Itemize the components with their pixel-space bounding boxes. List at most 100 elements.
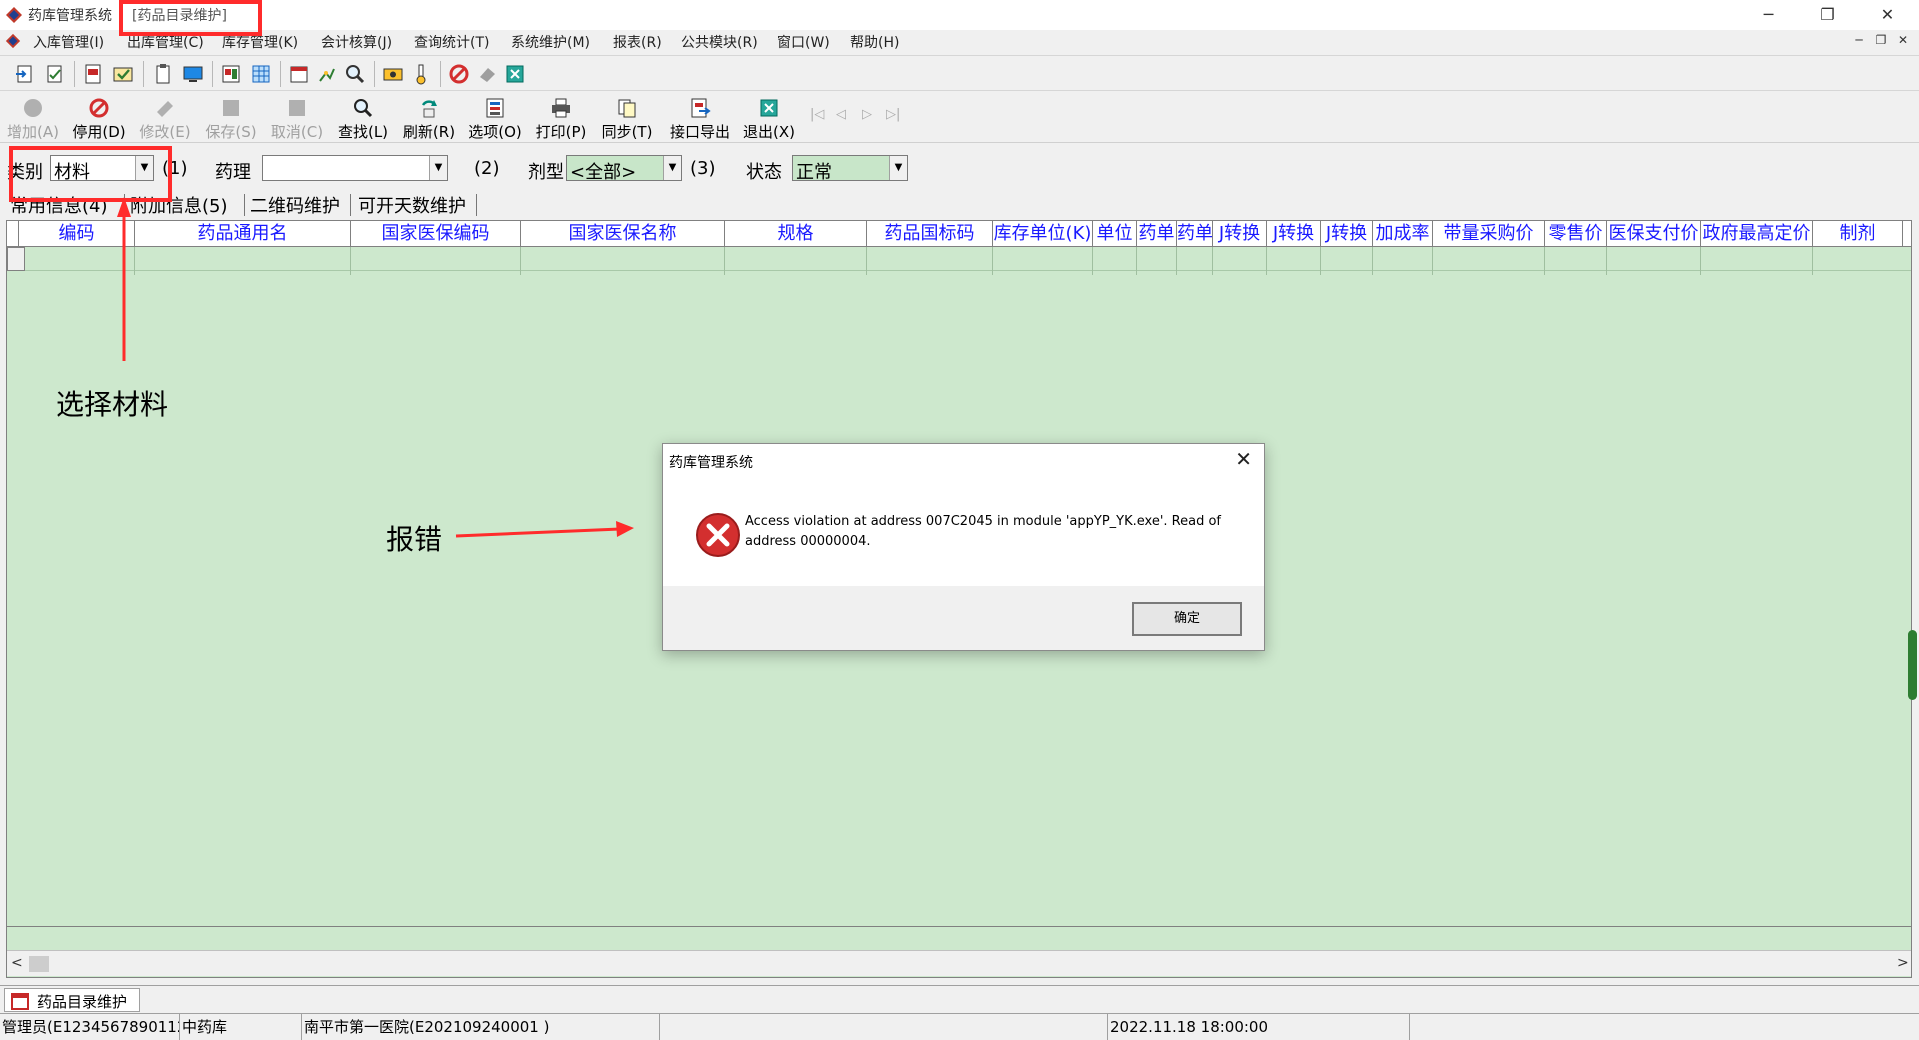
thermometer-icon[interactable]: [410, 63, 432, 85]
last-record-icon[interactable]: ▷|: [886, 107, 900, 122]
mdi-close-button[interactable]: ✕: [1894, 33, 1912, 47]
add-button-label: 增加(A): [7, 123, 59, 141]
grid-line: [1266, 247, 1267, 275]
first-record-icon[interactable]: |◁: [810, 107, 824, 122]
column-header-convert-2[interactable]: J转换: [1267, 221, 1321, 246]
toolbar-separator: [280, 61, 281, 87]
save-icon: [223, 100, 239, 116]
column-header-insurance-price[interactable]: 医保支付价: [1607, 221, 1701, 246]
menu-public[interactable]: 公共模块(R): [681, 32, 758, 52]
eraser-icon[interactable]: [476, 63, 498, 85]
options-button[interactable]: 选项(O): [464, 97, 526, 141]
column-header-insurance-name[interactable]: 国家医保名称: [521, 221, 725, 246]
menu-system[interactable]: 系统维护(M): [511, 32, 590, 52]
document-red-icon[interactable]: [82, 63, 104, 85]
edit-button-label: 修改(E): [139, 123, 191, 141]
menu-query[interactable]: 查询统计(T): [414, 32, 489, 52]
tab-days[interactable]: 可开天数维护: [358, 192, 466, 218]
sync-button[interactable]: 同步(T): [596, 97, 658, 141]
column-header-stock-unit[interactable]: 库存单位(K): [993, 221, 1093, 246]
vertical-scrollbar-thumb[interactable]: [1908, 630, 1917, 700]
column-header-markup[interactable]: 加成率: [1373, 221, 1433, 246]
monitor-icon[interactable]: [182, 63, 204, 85]
column-header-drug-unit-2[interactable]: 药单: [1177, 221, 1213, 246]
menu-help[interactable]: 帮助(H): [850, 32, 899, 52]
column-header-volume-price[interactable]: 带量采购价: [1433, 221, 1545, 246]
column-header-convert-3[interactable]: J转换: [1321, 221, 1373, 246]
interface-export-button[interactable]: 接口导出: [664, 97, 736, 141]
print-button[interactable]: 打印(P): [530, 97, 592, 141]
disable-button[interactable]: 停用(D): [68, 97, 130, 141]
calendar-icon[interactable]: [288, 63, 310, 85]
annotation-box-title: [119, 0, 262, 36]
checkin-icon[interactable]: [44, 63, 66, 85]
refresh-button[interactable]: 刷新(R): [398, 97, 460, 141]
tree-icon[interactable]: [316, 63, 338, 85]
dosage-form-select[interactable]: <全部> ▼: [566, 155, 682, 183]
scroll-right-icon[interactable]: >: [1897, 955, 1909, 971]
column-header-generic-name[interactable]: 药品通用名: [135, 221, 351, 246]
column-header-insurance-code[interactable]: 国家医保编码: [351, 221, 521, 246]
mdi-minimize-button[interactable]: ─: [1850, 33, 1868, 47]
grid-line: [1136, 247, 1137, 275]
table-icon[interactable]: [250, 63, 272, 85]
chevron-down-icon[interactable]: ▼: [889, 156, 907, 180]
dosage-form-hotkey: (3): [690, 158, 716, 179]
menu-reports[interactable]: 报表(R): [613, 32, 662, 52]
edit-button[interactable]: 修改(E): [134, 97, 196, 141]
exit-app-icon[interactable]: [504, 63, 526, 85]
menu-accounting[interactable]: 会计核算(J): [321, 32, 392, 52]
scroll-left-icon[interactable]: <: [11, 955, 23, 971]
cancel-button[interactable]: 取消(C): [266, 97, 328, 141]
menu-inbound[interactable]: 入库管理(I): [33, 32, 104, 52]
window-tab-drug-catalog[interactable]: 药品目录维护: [4, 988, 140, 1012]
menu-window[interactable]: 窗口(W): [777, 32, 830, 52]
grid-line: [350, 247, 351, 275]
ok-button[interactable]: 确定: [1132, 602, 1242, 636]
chevron-down-icon[interactable]: ▼: [663, 156, 681, 180]
import-icon[interactable]: [14, 63, 36, 85]
cash-icon[interactable]: [382, 63, 404, 85]
status-bar: 管理员(E1234567890112 中药库 南平市第一医院(E20210924…: [0, 1013, 1919, 1040]
add-button[interactable]: 增加(A): [2, 97, 64, 141]
restore-button[interactable]: ❐: [1800, 0, 1855, 30]
save-button-label: 保存(S): [205, 123, 257, 141]
column-header-convert-1[interactable]: J转换: [1213, 221, 1267, 246]
toolbar-separator: [212, 61, 213, 87]
column-header-drug-unit-1[interactable]: 药单: [1137, 221, 1177, 246]
refresh-button-label: 刷新(R): [402, 123, 456, 141]
column-header-preparation[interactable]: 制剂: [1813, 221, 1903, 246]
row-indicator[interactable]: [7, 247, 25, 271]
status-select[interactable]: 正常 ▼: [792, 155, 908, 183]
disable-button-label: 停用(D): [72, 123, 126, 141]
mdi-restore-button[interactable]: ❐: [1872, 33, 1890, 47]
next-record-icon[interactable]: ▷: [862, 107, 872, 122]
exit-button[interactable]: 退出(X): [738, 97, 800, 141]
magnifier-icon[interactable]: [344, 63, 366, 85]
column-header-retail-price[interactable]: 零售价: [1545, 221, 1607, 246]
toolbar-separator: [374, 61, 375, 87]
prev-record-icon[interactable]: ◁: [836, 107, 846, 122]
tab-qrcode[interactable]: 二维码维护: [250, 192, 340, 218]
table-row[interactable]: [7, 247, 1911, 271]
clipboard-icon[interactable]: [152, 63, 174, 85]
grid-line: [1212, 247, 1213, 275]
column-header-gov-max-price[interactable]: 政府最高定价: [1701, 221, 1813, 246]
horizontal-scrollbar[interactable]: < >: [7, 950, 1911, 976]
stop-icon[interactable]: [448, 63, 470, 85]
column-header-national-code[interactable]: 药品国标码: [867, 221, 993, 246]
find-button[interactable]: 查找(L): [332, 97, 394, 141]
column-header-unit[interactable]: 单位: [1093, 221, 1137, 246]
pharmacology-select[interactable]: ▼: [262, 155, 448, 181]
close-window-button[interactable]: ✕: [1860, 0, 1915, 30]
approve-mail-icon[interactable]: [112, 63, 134, 85]
column-header-spec[interactable]: 规格: [725, 221, 867, 246]
dialog-close-icon[interactable]: ✕: [1235, 447, 1252, 471]
grid-line: [1544, 247, 1545, 275]
scrollbar-thumb[interactable]: [29, 956, 49, 972]
chevron-down-icon[interactable]: ▼: [429, 156, 447, 180]
minimize-button[interactable]: ─: [1741, 0, 1796, 30]
report-icon[interactable]: [220, 63, 242, 85]
toolbar-separator: [440, 61, 441, 87]
save-button[interactable]: 保存(S): [200, 97, 262, 141]
